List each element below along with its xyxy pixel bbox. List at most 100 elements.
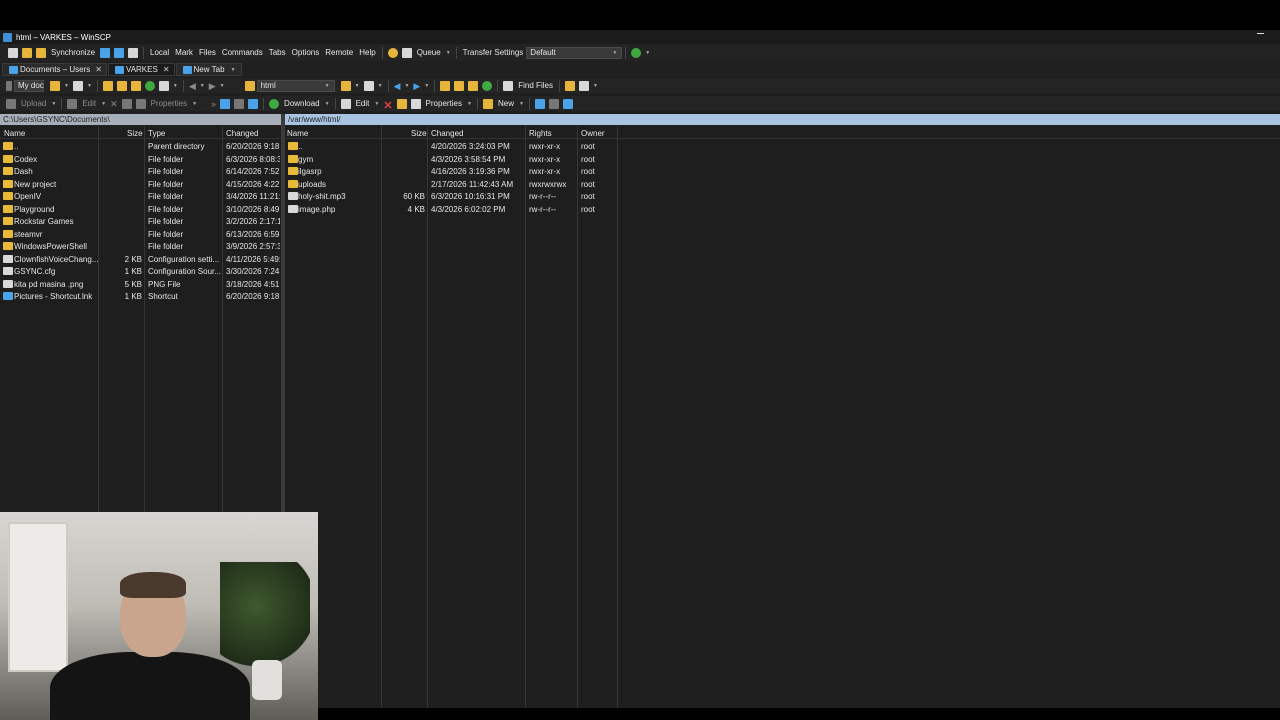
chevron-down-icon[interactable]: ▼: [87, 83, 92, 89]
gear-icon[interactable]: [387, 47, 398, 58]
local-file-row[interactable]: Pictures - Shortcut.lnk 1 KB Shortcut 6/20/…: [0, 290, 281, 303]
chevron-down-icon[interactable]: ▼: [645, 50, 650, 56]
menu-tabs[interactable]: Tabs: [269, 48, 286, 57]
remote-file-row[interactable]: ilgasrp 4/16/2026 3:19:36 PM rwxr-xr-x root: [285, 165, 1280, 178]
queue-button[interactable]: Queue: [417, 48, 441, 57]
parent-directory-icon[interactable]: [102, 80, 113, 91]
more-icon[interactable]: »: [211, 99, 216, 109]
column-owner[interactable]: Owner: [581, 129, 605, 138]
local-file-row[interactable]: GSYNC.cfg 1 KB Configuration Sour... 3/30/2…: [0, 265, 281, 278]
invert-selection-icon[interactable]: [248, 98, 259, 109]
remote-file-row[interactable]: .. 4/20/2026 3:24:03 PM rwxr-xr-x root: [285, 140, 1280, 153]
local-browse-icon[interactable]: [22, 47, 32, 58]
forward-arrow-icon[interactable]: ▶: [413, 81, 420, 91]
chevron-down-icon[interactable]: ▼: [446, 50, 451, 56]
remote-file-row[interactable]: holy-shit.mp3 60 KB 6/3/2026 10:16:31 PM rw…: [285, 190, 1280, 203]
column-size[interactable]: Size: [411, 129, 427, 138]
root-directory-icon[interactable]: [116, 80, 127, 91]
invert-selection-icon[interactable]: [562, 98, 573, 109]
column-rights[interactable]: Rights: [529, 129, 552, 138]
close-icon[interactable]: ✕: [163, 65, 170, 74]
local-file-row[interactable]: .. Parent directory 6/20/2026 9:18:: [0, 140, 281, 153]
chevron-down-icon[interactable]: ▼: [325, 83, 330, 89]
chevron-down-icon[interactable]: ▼: [101, 101, 106, 107]
transfer-settings-select[interactable]: Default ▼: [526, 46, 623, 59]
close-icon[interactable]: ✕: [95, 65, 102, 74]
chevron-down-icon[interactable]: ▼: [51, 101, 56, 107]
remote-directory-select[interactable]: html ▼: [256, 79, 335, 92]
keep-up-to-date-icon[interactable]: [114, 47, 125, 58]
refresh-icon[interactable]: [482, 80, 493, 91]
tab-new-tab[interactable]: New Tab ▼: [175, 63, 243, 76]
column-size[interactable]: Size: [127, 129, 143, 138]
tab-documents-users[interactable]: Documents – Users ✕: [2, 63, 107, 76]
forward-arrow-icon[interactable]: ▶: [209, 81, 216, 91]
view-icon[interactable]: [578, 80, 589, 91]
filter-icon[interactable]: [72, 80, 83, 91]
select-all-icon[interactable]: [220, 98, 231, 109]
column-name[interactable]: Name: [4, 129, 25, 138]
compare-directories-icon[interactable]: [100, 47, 111, 58]
back-arrow-icon[interactable]: ◀: [189, 81, 196, 91]
remote-file-row[interactable]: image.php 4 KB 4/3/2026 6:02:02 PM rw-r--r-…: [285, 203, 1280, 216]
parent-directory-icon[interactable]: [440, 80, 451, 91]
remote-file-row[interactable]: gym 4/3/2026 3:58:54 PM rwxr-xr-x root: [285, 153, 1280, 166]
chevron-down-icon[interactable]: ▼: [424, 83, 429, 89]
chevron-down-icon[interactable]: ▼: [374, 101, 379, 107]
chevron-down-icon[interactable]: ▼: [378, 83, 383, 89]
delete-icon[interactable]: ✕: [383, 99, 392, 112]
local-file-row[interactable]: Playground File folder 3/10/2026 8:49:: [0, 203, 281, 216]
tab-varkes[interactable]: VARKES ✕: [107, 63, 175, 76]
back-arrow-icon[interactable]: ◀: [394, 81, 401, 91]
synchronize-button[interactable]: Synchronize: [51, 48, 95, 57]
refresh-icon[interactable]: [144, 80, 155, 91]
delete-icon[interactable]: ✕: [110, 99, 118, 109]
menu-files[interactable]: Files: [199, 48, 216, 57]
chevron-down-icon[interactable]: ▼: [593, 83, 598, 89]
menu-mark[interactable]: Mark: [175, 48, 193, 57]
column-changed[interactable]: Changed: [226, 129, 258, 138]
menu-options[interactable]: Options: [292, 48, 320, 57]
local-edit-button[interactable]: Edit: [82, 99, 96, 108]
local-file-row[interactable]: steamvr File folder 6/13/2026 6:59:: [0, 228, 281, 241]
filter-icon[interactable]: [363, 80, 374, 91]
local-drive-select[interactable]: My doc: [14, 79, 44, 92]
home-icon[interactable]: [468, 80, 479, 91]
local-file-row[interactable]: Rockstar Games File folder 3/2/2026 2:17:1: [0, 215, 281, 228]
menu-help[interactable]: Help: [359, 48, 375, 57]
root-directory-icon[interactable]: [454, 80, 465, 91]
local-file-row[interactable]: Dash File folder 6/14/2026 7:52:: [0, 165, 281, 178]
local-file-row[interactable]: Codex File folder 6/3/2026 8:08:3: [0, 153, 281, 166]
chevron-down-icon[interactable]: ▼: [355, 83, 360, 89]
local-file-row[interactable]: kita pd masina .png 5 KB PNG File 3/18/2026…: [0, 278, 281, 291]
local-properties-button[interactable]: Properties: [151, 99, 187, 108]
sync-browse-icon[interactable]: [631, 47, 642, 58]
local-file-row[interactable]: WindowsPowerShell File folder 3/9/2026 2:5…: [0, 240, 281, 253]
remote-file-row[interactable]: uploads 2/17/2026 11:42:43 AM rwxrwxrwx roo…: [285, 178, 1280, 191]
home-icon[interactable]: [130, 80, 141, 91]
minimize-button[interactable]: [1257, 33, 1264, 34]
column-type[interactable]: Type: [148, 129, 165, 138]
chevron-down-icon[interactable]: ▼: [173, 83, 178, 89]
remote-properties-button[interactable]: Properties: [426, 99, 462, 108]
view-icon[interactable]: [158, 80, 169, 91]
chevron-down-icon[interactable]: ▼: [64, 83, 69, 89]
chevron-down-icon[interactable]: ▼: [220, 83, 225, 89]
select-all-icon[interactable]: [534, 98, 545, 109]
chevron-down-icon[interactable]: ▼: [404, 83, 409, 89]
console-icon[interactable]: [128, 47, 139, 58]
chevron-down-icon[interactable]: ▼: [519, 101, 524, 107]
unselect-icon[interactable]: [234, 98, 245, 109]
column-changed[interactable]: Changed: [431, 129, 463, 138]
rename-icon[interactable]: [396, 98, 407, 109]
new-session-icon[interactable]: [8, 47, 18, 58]
chevron-down-icon[interactable]: ▼: [192, 101, 197, 107]
remote-path-bar[interactable]: /var/www/html/: [285, 114, 1280, 125]
menu-remote[interactable]: Remote: [325, 48, 353, 57]
open-folder-icon[interactable]: [340, 80, 351, 91]
chevron-down-icon[interactable]: ▼: [612, 50, 617, 56]
find-files-button[interactable]: Find Files: [518, 81, 553, 90]
unselect-icon[interactable]: [548, 98, 559, 109]
download-button[interactable]: Download: [284, 99, 320, 108]
bookmark-icon[interactable]: [564, 80, 575, 91]
